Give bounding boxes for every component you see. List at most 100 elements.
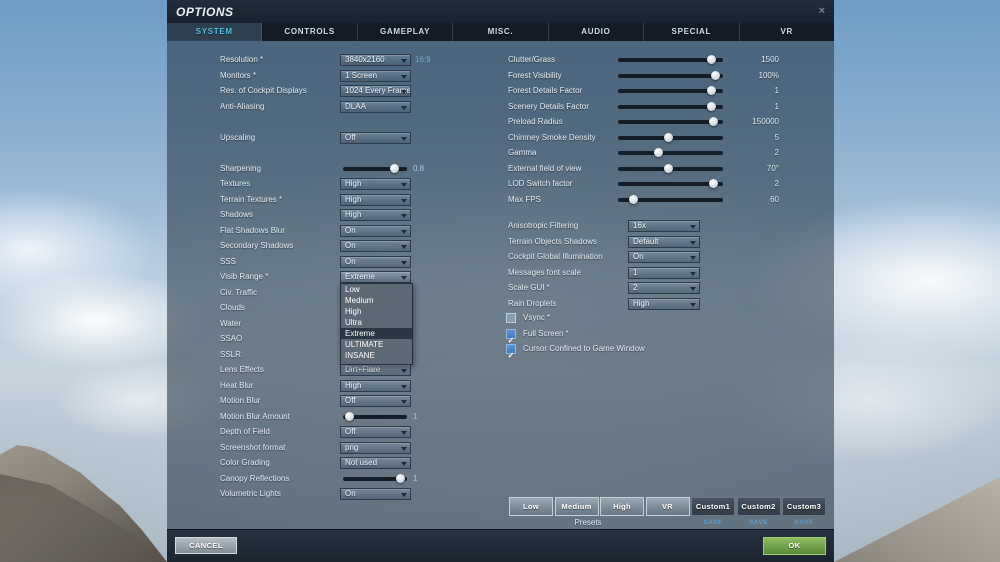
preload-radius-slider[interactable] <box>618 117 723 126</box>
messages-font-scale-dropdown[interactable]: 1 <box>628 266 700 279</box>
forest-details-factor-label: Forest Details Factor <box>508 86 583 95</box>
messages-font-scale-label: Messages font scale <box>508 267 581 277</box>
page-title: OPTIONS <box>176 4 234 19</box>
screenshot-format-label: Screenshot format <box>220 442 286 452</box>
save-label-custom1[interactable]: SAVE <box>691 519 735 526</box>
row-motion-blur: Motion Blur Off <box>167 395 834 407</box>
volumetric-lights-dropdown[interactable]: On <box>340 488 411 500</box>
dropdown-option-insane[interactable]: INSANE <box>341 350 412 361</box>
close-icon[interactable]: × <box>819 6 825 17</box>
canopy-reflections-slider-thumb[interactable] <box>396 473 406 483</box>
screenshot-format-dropdown[interactable]: png <box>340 441 411 454</box>
dropdown-option-high[interactable]: High <box>341 306 412 317</box>
preset-button-vr[interactable]: VR <box>645 497 690 516</box>
depth-of-field-dropdown[interactable]: Off <box>340 426 411 438</box>
row-scenery-details-factor: Scenery Details Factor 1 <box>167 101 834 113</box>
preset-button-medium[interactable]: Medium <box>554 497 599 516</box>
preset-button-custom2[interactable]: Custom2 <box>736 497 781 516</box>
vsync-checkbox[interactable] <box>506 313 516 323</box>
row-full-screen: Full Screen * <box>167 328 834 340</box>
save-label-custom2[interactable]: SAVE <box>737 519 781 526</box>
row-cursor-confined-to-game-window: Cursor Confined to Game Window <box>167 343 834 355</box>
chimney-smoke-density-slider-thumb[interactable] <box>664 132 674 142</box>
forest-visibility-slider-value: 100% <box>758 70 779 80</box>
clutter-grass-label: Clutter/Grass <box>508 55 556 64</box>
dropdown-option-low[interactable]: Low <box>341 284 412 295</box>
preset-button-high[interactable]: High <box>600 497 644 516</box>
presets-label: Presets <box>574 518 602 527</box>
terrain-objects-shadows-value: Default <box>633 236 659 246</box>
cockpit-global-illumination-label: Cockpit Global Illumination <box>508 252 603 261</box>
row-depth-of-field: Depth of Field Off <box>167 426 834 438</box>
save-label-custom3[interactable]: SAVE <box>782 519 826 526</box>
lens-effects-value: Dirt+Flare <box>345 365 381 374</box>
volumetric-lights-value: On <box>345 489 356 498</box>
row-forest-details-factor: Forest Details Factor 1 <box>167 85 834 97</box>
scenery-details-factor-slider[interactable] <box>618 101 723 111</box>
lens-effects-dropdown[interactable]: Dirt+Flare <box>340 364 411 376</box>
motion-blur-label: Motion Blur <box>220 396 261 405</box>
preset-button-custom1[interactable]: Custom1 <box>691 497 735 516</box>
tab-system[interactable]: SYSTEM <box>167 23 263 41</box>
lod-switch-factor-slider[interactable] <box>618 179 723 188</box>
rain-droplets-dropdown[interactable]: High <box>628 297 700 310</box>
shadows-label: Shadows <box>220 210 253 219</box>
heat-blur-value: High <box>345 380 362 390</box>
anisotropic-filtering-dropdown[interactable]: 16x <box>628 220 700 232</box>
max-fps-slider-thumb[interactable] <box>628 194 638 204</box>
gamma-slider-thumb[interactable] <box>654 148 664 157</box>
tab-misc[interactable]: MISC. <box>453 23 549 41</box>
gamma-slider[interactable] <box>618 148 723 157</box>
motion-blur-value: Off <box>345 396 356 405</box>
chimney-smoke-density-label: Chimney Smoke Density <box>508 132 596 142</box>
cancel-button[interactable]: CANCEL <box>175 537 237 554</box>
tab-audio[interactable]: AUDIO <box>549 23 645 41</box>
scale-gui-dropdown[interactable]: 2 <box>628 282 700 294</box>
heat-blur-dropdown[interactable]: High <box>340 379 411 392</box>
cursor-confined-to-game-window-checkbox[interactable] <box>506 344 516 354</box>
row-cockpit-global-illumination: Cockpit Global Illumination On <box>167 251 834 263</box>
dropdown-option-ultra[interactable]: Ultra <box>341 317 412 328</box>
chimney-smoke-density-slider[interactable] <box>618 132 723 142</box>
preset-button-low[interactable]: Low <box>509 497 553 516</box>
vsync-label: Vsync * <box>523 313 551 322</box>
motion-blur-amount-slider-thumb[interactable] <box>345 411 355 421</box>
preload-radius-slider-value: 150000 <box>752 117 779 126</box>
motion-blur-amount-label: Motion Blur Amount <box>220 411 290 421</box>
preset-button-custom3[interactable]: Custom3 <box>782 497 826 516</box>
full-screen-checkbox[interactable] <box>506 328 516 339</box>
row-anisotropic-filtering: Anisotropic Filtering 16x <box>167 220 834 232</box>
motion-blur-amount-slider[interactable] <box>343 411 407 421</box>
forest-visibility-label: Forest Visibility <box>508 70 562 80</box>
external-field-of-view-slider[interactable] <box>618 163 723 173</box>
motion-blur-dropdown[interactable]: Off <box>340 395 411 407</box>
row-motion-blur-amount: Motion Blur Amount 1 <box>167 411 834 423</box>
ok-button[interactable]: OK <box>763 537 826 555</box>
forest-details-factor-slider[interactable] <box>618 86 723 95</box>
row-canopy-reflections: Canopy Reflections 1 <box>167 473 834 485</box>
tab-bar: SYSTEM CONTROLS GAMEPLAY MISC. AUDIO SPECIAL V… <box>167 23 834 41</box>
terrain-objects-shadows-dropdown[interactable]: Default <box>628 235 700 248</box>
tab-vr[interactable]: VR <box>740 23 834 41</box>
scale-gui-label: Scale GUI * <box>508 283 550 292</box>
slope-right <box>834 477 1000 562</box>
tab-special[interactable]: SPECIAL <box>644 23 740 41</box>
dropdown-option-medium[interactable]: Medium <box>341 295 412 306</box>
forest-visibility-slider[interactable] <box>618 70 723 80</box>
dropdown-option-ultimate[interactable]: ULTIMATE <box>341 339 412 350</box>
external-field-of-view-slider-thumb[interactable] <box>664 163 674 173</box>
clutter-grass-slider[interactable] <box>618 55 723 64</box>
chimney-smoke-density-slider-value: 5 <box>774 132 779 142</box>
cockpit-global-illumination-dropdown[interactable]: On <box>628 251 700 263</box>
max-fps-slider[interactable] <box>618 194 723 204</box>
tab-gameplay[interactable]: GAMEPLAY <box>358 23 454 41</box>
color-grading-dropdown[interactable]: Not used <box>340 457 411 469</box>
dropdown-option-extreme[interactable]: Extreme <box>341 328 412 339</box>
full-screen-label: Full Screen * <box>523 328 569 338</box>
canopy-reflections-slider[interactable] <box>343 473 407 483</box>
row-color-grading: Color Grading Not used <box>167 457 834 469</box>
tab-controls[interactable]: CONTROLS <box>262 23 358 41</box>
row-scale-gui: Scale GUI * 2 <box>167 282 834 294</box>
canopy-reflections-slider-value: 1 <box>413 473 418 483</box>
row-rain-droplets: Rain Droplets High <box>167 297 834 310</box>
